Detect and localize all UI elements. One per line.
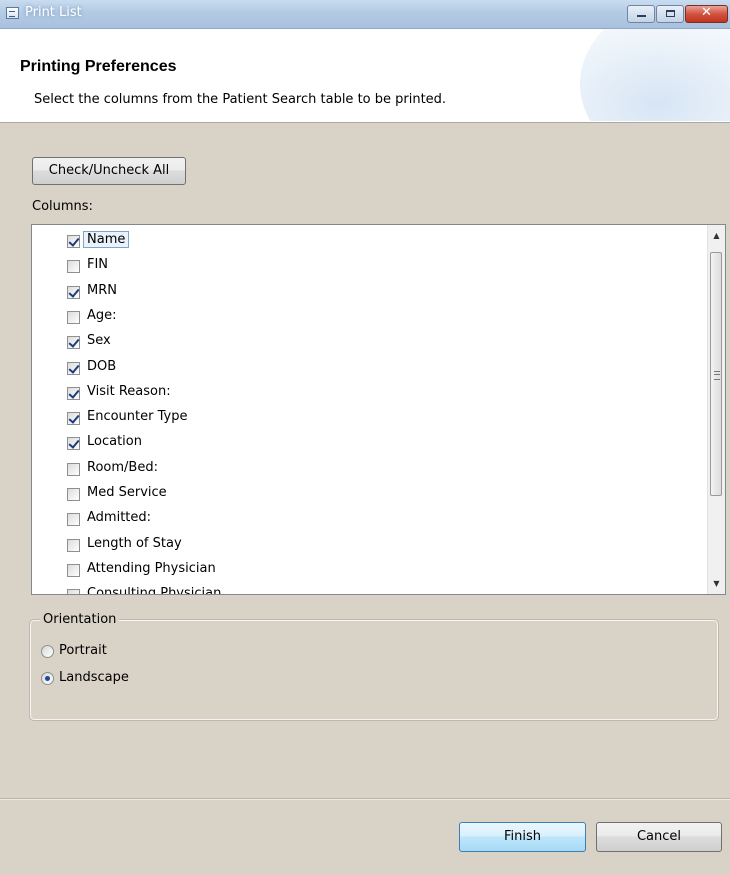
window-app-icon bbox=[6, 7, 19, 19]
dialog-body: Check/Uncheck All Columns: Name FIN MRN Age… bbox=[0, 123, 730, 799]
column-label: Location bbox=[87, 434, 142, 450]
column-checkbox[interactable] bbox=[67, 386, 80, 400]
close-button[interactable]: ✕ bbox=[685, 5, 728, 23]
column-checkbox[interactable] bbox=[67, 361, 80, 375]
dialog-header: Printing Preferences Select the columns … bbox=[0, 29, 730, 121]
column-checkbox[interactable] bbox=[67, 260, 80, 274]
minimize-button[interactable] bbox=[627, 5, 655, 23]
column-checkbox[interactable] bbox=[67, 336, 80, 350]
column-checkbox[interactable] bbox=[67, 462, 80, 476]
header-title: Printing Preferences bbox=[20, 58, 177, 75]
columns-list[interactable]: Name FIN MRN Age: Sex DOB Visit Reason: Encount… bbox=[31, 224, 726, 595]
header-banner-graphic bbox=[580, 29, 730, 121]
column-label: Consulting Physician bbox=[87, 586, 222, 595]
column-label: Age: bbox=[87, 307, 117, 323]
column-label: MRN bbox=[87, 282, 117, 298]
orientation-legend: Orientation bbox=[40, 612, 120, 627]
orientation-group: Orientation Portrait Landscape bbox=[29, 612, 719, 721]
column-label: Med Service bbox=[87, 485, 167, 500]
column-label: Encounter Type bbox=[87, 409, 188, 425]
radio-portrait-label: Portrait bbox=[59, 643, 107, 658]
column-checkbox[interactable] bbox=[67, 538, 80, 552]
radio-landscape-button[interactable] bbox=[41, 672, 54, 685]
column-checkbox[interactable] bbox=[67, 488, 80, 501]
window-title: Print List bbox=[25, 5, 82, 20]
check-uncheck-all-button[interactable]: Check/Uncheck All bbox=[32, 157, 186, 185]
column-label: DOB bbox=[87, 358, 117, 374]
column-label: Length of Stay bbox=[87, 535, 182, 551]
column-checkbox[interactable] bbox=[67, 235, 80, 248]
header-description: Select the columns from the Patient Sear… bbox=[34, 92, 447, 107]
minimize-icon bbox=[637, 15, 646, 17]
column-checkbox[interactable] bbox=[67, 589, 80, 594]
column-checkbox[interactable] bbox=[67, 437, 80, 451]
column-checkbox[interactable] bbox=[67, 513, 80, 527]
column-label: Admitted: bbox=[87, 510, 152, 526]
column-checkbox[interactable] bbox=[67, 285, 80, 299]
radio-portrait-button[interactable] bbox=[41, 645, 54, 658]
column-label: Name bbox=[83, 231, 130, 248]
dialog-footer: Finish Cancel bbox=[0, 799, 730, 875]
cancel-button[interactable]: Cancel bbox=[596, 822, 722, 852]
columns-label: Columns: bbox=[32, 199, 93, 214]
scroll-down-arrow-icon[interactable]: ▼ bbox=[708, 575, 725, 592]
finish-button[interactable]: Finish bbox=[459, 822, 586, 852]
column-label: Sex bbox=[87, 333, 111, 349]
scrollbar-grip-icon bbox=[714, 371, 720, 380]
radio-landscape-label: Landscape bbox=[59, 670, 129, 685]
column-label: Room/Bed: bbox=[87, 459, 158, 475]
title-bar[interactable]: Print List ✕ bbox=[0, 0, 730, 29]
close-icon: ✕ bbox=[701, 5, 712, 20]
column-label: Visit Reason: bbox=[87, 383, 171, 399]
column-label: Attending Physician bbox=[87, 560, 216, 576]
column-label: FIN bbox=[87, 257, 109, 273]
columns-list-scrollbar[interactable]: ▲ ▼ bbox=[707, 225, 725, 594]
column-checkbox[interactable] bbox=[67, 563, 80, 577]
scrollbar-thumb[interactable] bbox=[710, 252, 722, 496]
column-checkbox[interactable] bbox=[67, 412, 80, 426]
maximize-icon bbox=[666, 10, 675, 17]
maximize-button[interactable] bbox=[656, 5, 684, 23]
column-checkbox[interactable] bbox=[67, 310, 80, 324]
scroll-up-arrow-icon[interactable]: ▲ bbox=[708, 227, 725, 244]
